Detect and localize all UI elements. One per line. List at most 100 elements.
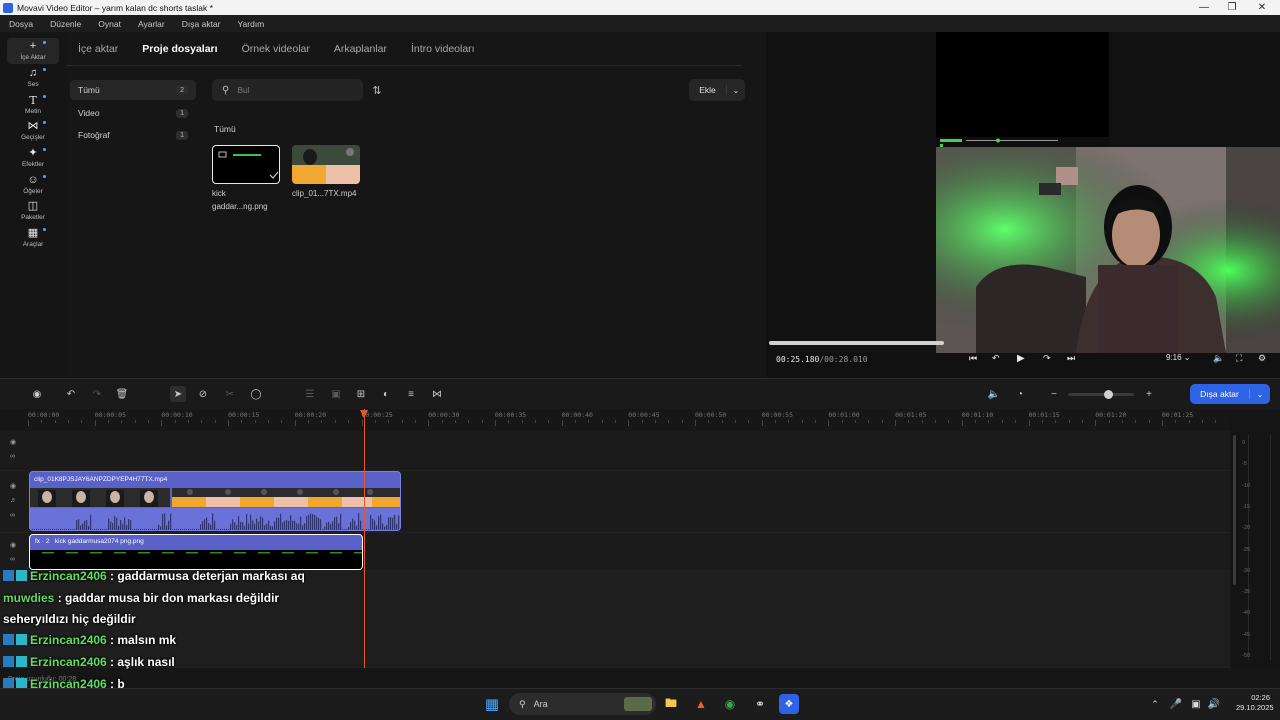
menu-play[interactable]: Oynat: [89, 19, 129, 29]
rail-audio[interactable]: ♫ Ses: [7, 65, 59, 91]
file-thumbnail-video[interactable]: [292, 145, 360, 184]
step-back-icon[interactable]: ↶: [992, 353, 1000, 364]
category-all[interactable]: Tümü 2: [70, 80, 196, 100]
rail-transitions[interactable]: ⋈ Geçişler: [7, 118, 59, 144]
skip-forward-icon[interactable]: ⏭: [1067, 353, 1075, 364]
brave-browser-icon[interactable]: ▲: [691, 694, 711, 714]
marker-icon[interactable]: ◯: [248, 386, 264, 402]
cut-icon[interactable]: ✂: [222, 386, 238, 402]
ruler-tick: [94, 420, 96, 426]
waveform-bar: [344, 529, 346, 530]
image-frame-mark: [234, 552, 246, 554]
meter-db-label: -5: [1242, 461, 1247, 468]
rail-text[interactable]: T Metin: [7, 92, 59, 118]
link-icon[interactable]: ∞: [10, 556, 15, 563]
link-icon[interactable]: ∞: [10, 512, 15, 519]
menu-edit[interactable]: Düzenle: [41, 19, 89, 29]
movavi-icon[interactable]: ❖: [779, 694, 799, 714]
clock[interactable]: 02:26 29.10.2025: [1236, 693, 1274, 713]
chrome-icon[interactable]: ◉: [720, 694, 740, 714]
audio-split-icon[interactable]: ☰: [302, 386, 318, 402]
eye-icon[interactable]: ◉: [10, 438, 16, 446]
tab-intro-videos[interactable]: İntro videoları: [399, 43, 487, 55]
settings-icon[interactable]: ⚙: [1258, 353, 1266, 364]
redo-icon[interactable]: ↷: [89, 386, 105, 402]
delete-icon[interactable]: 🗑: [114, 386, 130, 402]
playhead-handle[interactable]: [360, 410, 368, 418]
zoom-slider-handle[interactable]: [1104, 390, 1113, 399]
insert-icon[interactable]: ▣: [328, 386, 344, 402]
blade-tool-icon[interactable]: ⊘: [195, 386, 211, 402]
menu-help[interactable]: Yardım: [229, 19, 273, 29]
select-tool-icon[interactable]: ➤: [170, 386, 186, 402]
play-icon[interactable]: ▶: [1017, 353, 1025, 364]
rail-effects[interactable]: ✦ Efektler: [7, 145, 59, 171]
maximize-button[interactable]: ❐: [1216, 0, 1248, 15]
file-thumbnail-image[interactable]: [212, 145, 280, 184]
waveform-bar: [34, 529, 36, 530]
tab-project-files[interactable]: Proje dosyaları: [130, 43, 229, 55]
eye-icon[interactable]: ◉: [10, 541, 16, 549]
menu-export[interactable]: Dışa aktar: [173, 19, 229, 29]
rail-import[interactable]: + İçe Aktar: [7, 38, 59, 64]
category-video[interactable]: Video 1: [70, 103, 196, 123]
taskbar-search[interactable]: ⚲ Ara: [509, 693, 656, 715]
waveform-bar: [218, 529, 220, 530]
search-input[interactable]: ⚲ Bul: [212, 79, 363, 101]
zoom-out-icon[interactable]: −: [1046, 386, 1062, 402]
record-icon[interactable]: ◉: [29, 386, 45, 402]
speaker-icon[interactable]: 🔊: [1204, 694, 1224, 714]
crop-icon[interactable]: ⊞: [353, 386, 369, 402]
volume-icon[interactable]: 🔈: [1213, 353, 1224, 364]
rail-stickers[interactable]: ☺ Öğeler: [7, 172, 59, 198]
windows-start-icon[interactable]: ▦: [482, 694, 502, 714]
color-adjust-icon[interactable]: ◐: [378, 386, 394, 402]
category-photo[interactable]: Fotoğraf 1: [70, 125, 196, 145]
microphone-icon[interactable]: 🎤: [1166, 694, 1186, 714]
export-button[interactable]: Dışa aktar ⌄: [1190, 384, 1270, 404]
waveform-bar: [176, 529, 178, 530]
mute-icon[interactable]: ♬: [10, 497, 17, 504]
skip-back-icon[interactable]: ⏮: [969, 353, 977, 364]
eye-icon[interactable]: ◉: [10, 482, 16, 490]
tab-sample-videos[interactable]: Örnek videolar: [230, 43, 322, 55]
menu-file[interactable]: Dosya: [0, 19, 41, 29]
playhead[interactable]: [364, 409, 365, 668]
waveform-bar: [110, 521, 112, 530]
waveform-bar: [296, 523, 298, 530]
chevron-down-icon[interactable]: ⌄: [727, 86, 745, 95]
audio-sync-icon[interactable]: ◔: [1012, 386, 1028, 402]
image-clip[interactable]: fx · 2 kick gaddarmusa2074 png.png: [29, 534, 363, 570]
link-icon[interactable]: ∞: [10, 453, 15, 460]
waveform-bar: [144, 529, 146, 530]
fullscreen-icon[interactable]: ⛶: [1236, 353, 1242, 364]
sort-icon[interactable]: ⇅: [369, 82, 385, 98]
undo-icon[interactable]: ↶: [63, 386, 79, 402]
ruler-tick: [881, 420, 883, 423]
close-button[interactable]: ✕: [1246, 0, 1278, 15]
menu-settings[interactable]: Ayarlar: [129, 19, 173, 29]
video-clip[interactable]: clip_01K8PJSJAY6ANPZDPYEP4H77TX.mp4: [29, 471, 401, 531]
network-icon[interactable]: ▣: [1186, 694, 1206, 714]
rail-tools[interactable]: ▦ Araçlar: [7, 225, 59, 251]
ruler-tick: [1175, 420, 1177, 423]
steam-icon[interactable]: ⚭: [750, 694, 770, 714]
waveform-bar: [172, 529, 174, 530]
add-button[interactable]: Ekle ⌄: [689, 79, 745, 101]
tab-backgrounds[interactable]: Arkaplanlar: [322, 43, 399, 55]
clip-properties-icon[interactable]: ≡: [403, 386, 419, 402]
volume-mix-icon[interactable]: 🔈: [986, 386, 1002, 402]
aspect-ratio-select[interactable]: 9:16 ⌄: [1166, 353, 1191, 362]
step-forward-icon[interactable]: ↷: [1043, 353, 1051, 364]
rail-packages[interactable]: ◫ Paketler: [7, 198, 59, 224]
zoom-slider[interactable]: [1068, 393, 1134, 396]
chevron-down-icon[interactable]: ⌄: [1250, 390, 1270, 399]
preview-progress-bar[interactable]: [769, 341, 944, 345]
chevron-up-icon[interactable]: ⌃: [1145, 694, 1165, 714]
zoom-in-icon[interactable]: +: [1141, 386, 1157, 402]
tab-import[interactable]: İçe aktar: [66, 43, 130, 55]
transition-icon[interactable]: ⋈: [429, 386, 445, 402]
waveform-bar: [384, 526, 386, 530]
file-explorer-icon[interactable]: 🖿: [661, 694, 681, 714]
ruler-tick: [1215, 420, 1217, 423]
